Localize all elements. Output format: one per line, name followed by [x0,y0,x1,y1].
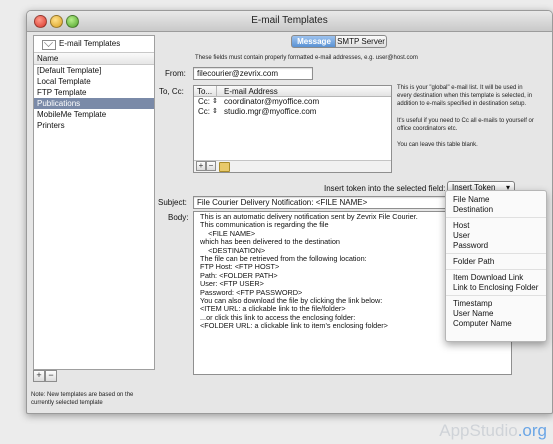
token-menu-item[interactable]: Host [453,221,469,231]
from-label: From: [165,69,186,78]
email-format-notice: These fields must contain properly forma… [195,55,418,61]
sidebar-item[interactable]: Printers [34,120,154,131]
watermark-right: .org [517,421,547,440]
insert-token-label: Insert token into the selected field: [324,184,446,193]
add-template-button[interactable]: + [33,370,45,382]
name-column-header[interactable]: Name [34,53,154,65]
menu-separator [446,253,546,254]
add-recipient-button[interactable]: + [196,161,206,171]
subject-field[interactable]: File Courier Delivery Notification: <FIL… [193,196,452,209]
token-menu-item[interactable]: Password [453,241,488,251]
template-list-title: E-mail Templates [59,39,121,48]
sidebar-item[interactable]: MobileMe Template [34,109,154,120]
recipients-help-2: It's useful if you need to Cc all e-mail… [397,118,534,132]
window-title: E-mail Templates [251,15,328,26]
to-cc-label: To, Cc: [159,87,184,96]
body-label: Body: [168,213,189,222]
template-list-panel: E-mail Templates Name [Default Template]… [33,35,155,370]
token-menu-item[interactable]: File Name [453,195,489,205]
menu-separator [446,217,546,218]
token-menu-item[interactable]: Destination [453,205,493,215]
tab-smtp-server[interactable]: SMTP Server [335,35,387,48]
token-menu: File Name Destination Host User Password Fold… [445,190,547,342]
title-bar[interactable]: E-mail Templates [27,11,552,32]
recipient-address[interactable]: coordinator@myoffice.com [224,97,319,107]
stepper-icon[interactable]: ⇕ [212,97,218,107]
watermark-left: AppStudio [439,421,518,440]
token-menu-item[interactable]: User Name [453,309,493,319]
sidebar-note: Note: New templates are based on the cur… [31,392,134,406]
column-divider [216,86,217,96]
recipients-table[interactable]: To... E-mail Address Cc: ⇕ coordinator@myo… [193,85,392,173]
sidebar-item[interactable]: [Default Template] [34,65,154,76]
envelope-icon [42,40,56,50]
recipient-row[interactable]: Cc: ⇕ coordinator@myoffice.com [194,97,391,107]
remove-recipient-button[interactable]: − [206,161,216,171]
token-menu-item[interactable]: Timestamp [453,299,492,309]
menu-separator [446,295,546,296]
from-field[interactable]: filecourier@zevrix.com [193,67,313,80]
sidebar-item[interactable]: Local Template [34,76,154,87]
recipients-table-header: To... E-mail Address [194,86,391,97]
address-column-header[interactable]: E-mail Address [224,87,278,96]
subject-label: Subject: [158,198,187,207]
token-menu-item[interactable]: Link to Enclosing Folder [453,283,538,293]
token-menu-item[interactable]: Folder Path [453,257,494,267]
recipients-help-1: This is your "global" e-mail list. It wi… [397,85,533,107]
sidebar-item[interactable]: Publications [34,98,154,109]
tab-message[interactable]: Message [291,35,337,48]
token-menu-item[interactable]: User [453,231,470,241]
token-menu-item[interactable]: Computer Name [453,319,512,329]
recipient-type[interactable]: Cc: [198,107,210,117]
recipient-type[interactable]: Cc: [198,97,210,107]
type-column-header[interactable]: To... [197,87,212,96]
recipients-help-3: You can leave this table blank. [397,142,478,148]
recipients-table-footer: + − [194,160,391,172]
remove-template-button[interactable]: − [45,370,57,382]
template-list-header: E-mail Templates [34,36,154,53]
stepper-icon[interactable]: ⇕ [212,107,218,117]
menu-separator [446,269,546,270]
sidebar-item[interactable]: FTP Template [34,87,154,98]
recipient-address[interactable]: studio.mgr@myoffice.com [224,107,316,117]
address-book-icon[interactable] [219,162,230,172]
watermark: AppStudio.org [439,421,547,441]
token-menu-item[interactable]: Item Download Link [453,273,523,283]
recipient-row[interactable]: Cc: ⇕ studio.mgr@myoffice.com [194,107,391,117]
